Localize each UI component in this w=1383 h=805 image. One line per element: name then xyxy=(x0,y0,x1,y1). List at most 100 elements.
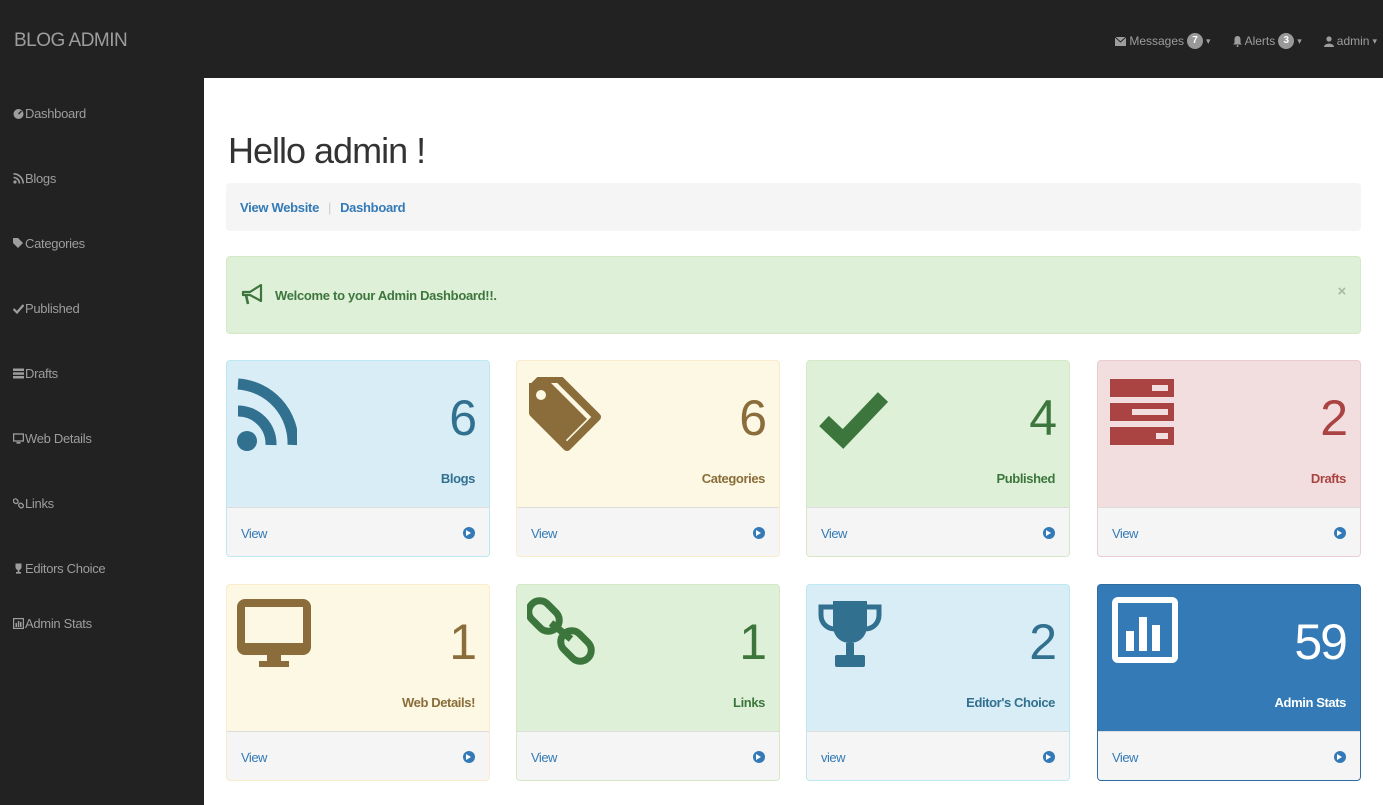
view-link[interactable]: View xyxy=(241,750,267,765)
chart-icon xyxy=(13,618,24,629)
caret-down-icon: ▾ xyxy=(1206,35,1211,46)
sidebar-item-blogs[interactable]: Blogs xyxy=(13,171,56,186)
alerts-label: Alerts xyxy=(1244,34,1276,48)
alerts-badge: 3 xyxy=(1278,33,1295,49)
panel-label: Drafts xyxy=(1310,471,1347,486)
breadcrumb-separator: | xyxy=(328,199,332,215)
brand-logo[interactable]: BLOG ADMIN xyxy=(14,30,128,52)
trophy-icon xyxy=(15,563,22,574)
panel-count: 6 xyxy=(449,390,477,446)
view-link[interactable]: view xyxy=(821,750,846,765)
panel-admin-stats: 59 Admin Stats View xyxy=(1097,584,1361,781)
breadcrumb: View Website | Dashboard xyxy=(226,183,1361,231)
envelope-icon xyxy=(1115,36,1127,46)
panel-heading: 2 Drafts xyxy=(1098,361,1360,507)
desktop-icon xyxy=(13,433,24,444)
arrow-circle-right-icon xyxy=(753,527,765,539)
sidebar-item-drafts[interactable]: Drafts xyxy=(13,366,58,381)
sidebar-item-label: Links xyxy=(25,496,54,511)
arrow-circle-right-icon xyxy=(753,751,765,763)
check-icon xyxy=(13,304,24,314)
user-label: admin xyxy=(1336,34,1370,48)
sidebar-item-web-details[interactable]: Web Details xyxy=(13,431,92,446)
sidebar-item-admin-stats[interactable]: Admin Stats xyxy=(13,616,92,631)
view-link[interactable]: View xyxy=(531,526,557,541)
chart-icon xyxy=(1112,597,1178,663)
panel-links: 1 Links View xyxy=(516,584,780,781)
alerts-dropdown[interactable]: Alerts 3 ▾ xyxy=(1232,33,1302,49)
arrow-circle-right-icon xyxy=(1334,527,1346,539)
sidebar-item-categories[interactable]: Categories xyxy=(13,236,85,251)
sidebar-item-editors-choice[interactable]: Editors Choice xyxy=(13,561,106,576)
breadcrumb-dashboard[interactable]: Dashboard xyxy=(340,200,406,215)
panel-blogs: 6 Blogs View xyxy=(226,360,490,557)
rss-icon xyxy=(237,378,297,451)
dashboard-icon xyxy=(13,109,24,119)
tags-icon xyxy=(529,377,601,451)
rss-icon xyxy=(13,173,24,184)
panel-label: Categories xyxy=(701,471,766,486)
sidebar-item-published[interactable]: Published xyxy=(13,301,80,316)
sidebar-item-label: Editors Choice xyxy=(25,561,106,576)
page-title: Hello admin ! xyxy=(228,130,426,171)
panel-footer-view[interactable]: View xyxy=(227,731,489,780)
panel-label: Blogs xyxy=(440,471,476,486)
panel-footer-view[interactable]: view xyxy=(807,731,1069,780)
panel-heading: 6 Categories xyxy=(517,361,779,507)
arrow-circle-right-icon xyxy=(463,751,475,763)
panel-categories: 6 Categories View xyxy=(516,360,780,557)
panel-count: 2 xyxy=(1320,390,1348,446)
view-link[interactable]: View xyxy=(241,526,267,541)
panel-heading: 4 Published xyxy=(807,361,1069,507)
main-content: Hello admin ! View Website | Dashboard W… xyxy=(204,78,1383,805)
panel-count: 4 xyxy=(1029,390,1057,446)
panel-drafts: 2 Drafts View xyxy=(1097,360,1361,557)
messages-badge: 7 xyxy=(1187,33,1204,49)
sidebar-item-label: Published xyxy=(25,301,80,316)
panel-label: Published xyxy=(996,471,1055,486)
panel-count: 59 xyxy=(1294,614,1348,670)
view-link[interactable]: View xyxy=(1112,526,1138,541)
panel-count: 6 xyxy=(739,390,767,446)
caret-down-icon: ▾ xyxy=(1297,35,1302,46)
messages-label: Messages xyxy=(1129,34,1185,48)
panel-heading: 1 Web Details! xyxy=(227,585,489,731)
panel-footer-view[interactable]: View xyxy=(807,507,1069,556)
panel-count: 1 xyxy=(739,614,767,670)
panel-editors-choice: 2 Editor's Choice view xyxy=(806,584,1070,781)
welcome-alert: Welcome to your Admin Dashboard!!. × xyxy=(226,256,1361,334)
panel-count: 1 xyxy=(449,614,477,670)
panel-label: Admin Stats xyxy=(1274,695,1347,710)
panel-footer-view[interactable]: View xyxy=(1098,731,1360,780)
sidebar-item-label: Categories xyxy=(25,236,85,251)
view-link[interactable]: View xyxy=(1112,750,1138,765)
panel-label: Links xyxy=(733,695,765,710)
desktop-icon xyxy=(237,599,311,667)
panel-label: Editor's Choice xyxy=(966,695,1055,710)
sidebar-item-links[interactable]: Links xyxy=(13,496,54,511)
link-icon xyxy=(13,498,24,509)
sidebar-item-dashboard[interactable]: Dashboard xyxy=(13,106,86,121)
close-icon[interactable]: × xyxy=(1338,283,1347,300)
top-navbar: BLOG ADMIN Messages 7 ▾ Alerts 3 ▾ admin… xyxy=(0,0,1383,78)
panel-footer-view[interactable]: View xyxy=(1098,507,1360,556)
panel-label: Web Details! xyxy=(402,695,475,710)
panel-count: 2 xyxy=(1029,614,1057,670)
user-dropdown[interactable]: admin ▾ xyxy=(1323,34,1377,48)
arrow-circle-right-icon xyxy=(1043,527,1055,539)
messages-dropdown[interactable]: Messages 7 ▾ xyxy=(1115,33,1211,49)
arrow-circle-right-icon xyxy=(1334,751,1346,763)
view-link[interactable]: View xyxy=(531,750,557,765)
link-icon xyxy=(527,597,595,665)
sidebar: Dashboard Blogs Categories Published Dra… xyxy=(0,78,204,805)
arrow-circle-right-icon xyxy=(1043,751,1055,763)
panel-footer-view[interactable]: View xyxy=(227,507,489,556)
bullhorn-icon xyxy=(241,284,263,305)
view-link[interactable]: View xyxy=(821,526,847,541)
panel-heading: 59 Admin Stats xyxy=(1098,585,1360,731)
breadcrumb-view-website[interactable]: View Website xyxy=(240,200,319,215)
panel-footer-view[interactable]: View xyxy=(517,507,779,556)
panel-footer-view[interactable]: View xyxy=(517,731,779,780)
bell-icon xyxy=(1232,35,1242,47)
panel-web-details: 1 Web Details! View xyxy=(226,584,490,781)
